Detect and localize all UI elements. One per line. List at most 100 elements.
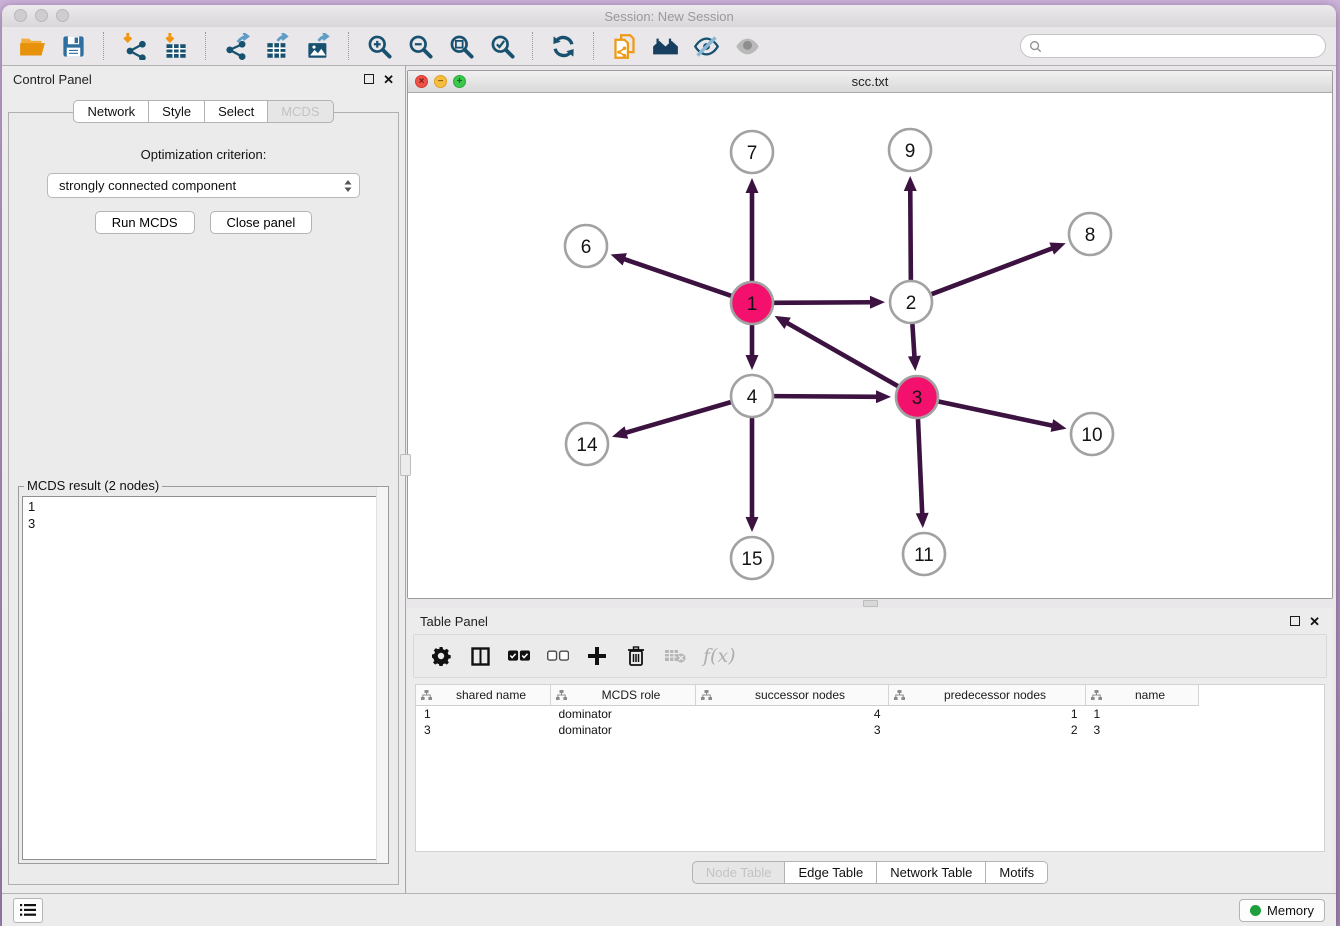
tab-style[interactable]: Style	[149, 100, 205, 123]
arrowhead-1-2	[870, 296, 885, 309]
tab-select[interactable]: Select	[205, 100, 268, 123]
import-table-icon[interactable]	[162, 33, 189, 60]
toolbar-separator	[103, 32, 105, 60]
run-mcds-button[interactable]: Run MCDS	[95, 211, 195, 234]
open-file-icon[interactable]	[19, 33, 46, 60]
search-box[interactable]	[1020, 34, 1326, 58]
node-label-2: 2	[906, 293, 917, 314]
network-canvas[interactable]: 7968124314101511	[408, 93, 1332, 598]
result-scrollbar[interactable]	[376, 487, 388, 863]
cell-successor-nodes[interactable]: 4	[696, 706, 889, 723]
main-toolbar	[2, 27, 1336, 66]
node-label-6: 6	[581, 237, 592, 258]
cell-MCDS-role[interactable]: dominator	[551, 706, 696, 723]
table-panel-header: Table Panel ✕	[407, 608, 1333, 634]
arrowhead-4-3	[876, 390, 891, 403]
column-header-predecessor-nodes[interactable]: predecessor nodes	[889, 685, 1086, 706]
zoom-in-icon[interactable]	[366, 33, 393, 60]
cell-MCDS-role[interactable]: dominator	[551, 722, 696, 738]
table-panel-close-icon[interactable]: ✕	[1309, 615, 1320, 628]
arrowhead-4-14	[612, 426, 628, 438]
mcds-result-list[interactable]: 1 3	[22, 496, 385, 860]
arrowhead-2-3	[908, 356, 921, 371]
cell-shared-name[interactable]: 3	[416, 722, 551, 738]
home-networks-icon[interactable]	[652, 33, 679, 60]
cell-name[interactable]: 3	[1086, 722, 1199, 738]
control-panel-close-icon[interactable]: ✕	[383, 73, 394, 86]
network-maximize-icon[interactable]: +	[453, 75, 466, 88]
control-panel-float-icon[interactable]	[364, 74, 374, 84]
table-panel-float-icon[interactable]	[1290, 616, 1300, 626]
edge-2-3[interactable]	[912, 324, 914, 359]
deselect-all-checkboxes-icon[interactable]	[547, 645, 569, 667]
table-settings-gear-icon[interactable]	[430, 645, 452, 667]
table-row[interactable]: 3dominator323	[416, 722, 1199, 738]
horizontal-splitter-grip[interactable]	[863, 600, 878, 607]
hide-graphics-details-icon[interactable]	[693, 33, 720, 60]
zoom-out-icon[interactable]	[407, 33, 434, 60]
minimize-window-button[interactable]	[35, 9, 48, 22]
network-close-icon[interactable]: ×	[415, 75, 428, 88]
close-window-button[interactable]	[14, 9, 27, 22]
edge-2-8[interactable]	[932, 247, 1055, 294]
task-history-button[interactable]	[13, 898, 43, 923]
export-image-icon[interactable]	[305, 33, 332, 60]
duplicate-network-icon[interactable]	[611, 33, 638, 60]
refresh-view-icon[interactable]	[550, 33, 577, 60]
tab-network[interactable]: Network	[73, 100, 149, 123]
toolbar-separator	[532, 32, 534, 60]
memory-button[interactable]: Memory	[1239, 899, 1325, 922]
hierarchy-icon	[894, 690, 905, 700]
cell-predecessor-nodes[interactable]: 2	[889, 722, 1086, 738]
add-row-plus-icon[interactable]	[586, 645, 608, 667]
optimization-criterion-label: Optimization criterion:	[9, 147, 398, 162]
tab-mcds[interactable]: MCDS	[268, 100, 333, 123]
arrowhead-2-9	[904, 176, 917, 191]
save-session-icon[interactable]	[60, 33, 87, 60]
column-header-shared-name[interactable]: shared name	[416, 685, 551, 706]
close-panel-button[interactable]: Close panel	[210, 211, 313, 234]
hierarchy-icon	[701, 690, 712, 700]
column-header-MCDS-role[interactable]: MCDS role	[551, 685, 696, 706]
zoom-selected-icon[interactable]	[489, 33, 516, 60]
zoom-window-button[interactable]	[56, 9, 69, 22]
column-layout-icon[interactable]	[469, 645, 491, 667]
control-panel-header: Control Panel ✕	[2, 66, 405, 92]
edge-4-14[interactable]	[623, 402, 730, 433]
workspace: Control Panel ✕ NetworkStyleSelectMCDS O…	[2, 66, 1336, 893]
table-row[interactable]: 1dominator411	[416, 706, 1199, 723]
column-header-successor-nodes[interactable]: successor nodes	[696, 685, 889, 706]
hierarchy-icon	[421, 690, 432, 700]
table-tab-node-table[interactable]: Node Table	[692, 861, 786, 884]
panel-splitter-grip[interactable]	[400, 454, 411, 476]
delete-row-trash-icon[interactable]	[625, 645, 647, 667]
table-tab-edge-table[interactable]: Edge Table	[785, 861, 877, 884]
table-tab-network-table[interactable]: Network Table	[877, 861, 986, 884]
select-all-checkboxes-icon[interactable]	[508, 645, 530, 667]
edge-2-9[interactable]	[910, 188, 911, 280]
edge-4-3[interactable]	[774, 396, 879, 397]
hierarchy-icon	[556, 690, 567, 700]
edge-3-1[interactable]	[785, 322, 898, 386]
criterion-select[interactable]: strongly connected component	[47, 173, 360, 198]
node-label-3: 3	[912, 388, 923, 409]
column-header-name[interactable]: name	[1086, 685, 1199, 706]
mcds-panel: Optimization criterion: strongly connect…	[8, 112, 399, 885]
edge-1-2[interactable]	[774, 302, 873, 303]
edge-1-6[interactable]	[622, 258, 731, 296]
show-graphics-details-icon[interactable]	[734, 33, 761, 60]
edge-3-11[interactable]	[918, 419, 922, 516]
cell-successor-nodes[interactable]: 3	[696, 722, 889, 738]
export-table-icon[interactable]	[264, 33, 291, 60]
search-input[interactable]	[1047, 38, 1317, 54]
cell-predecessor-nodes[interactable]: 1	[889, 706, 1086, 723]
export-network-icon[interactable]	[223, 33, 250, 60]
edge-3-10[interactable]	[939, 402, 1055, 427]
zoom-fit-icon[interactable]	[448, 33, 475, 60]
network-minimize-icon[interactable]: −	[434, 75, 447, 88]
table-tab-motifs[interactable]: Motifs	[986, 861, 1048, 884]
node-label-14: 14	[576, 435, 598, 456]
import-network-icon[interactable]	[121, 33, 148, 60]
cell-name[interactable]: 1	[1086, 706, 1199, 723]
cell-shared-name[interactable]: 1	[416, 706, 551, 723]
